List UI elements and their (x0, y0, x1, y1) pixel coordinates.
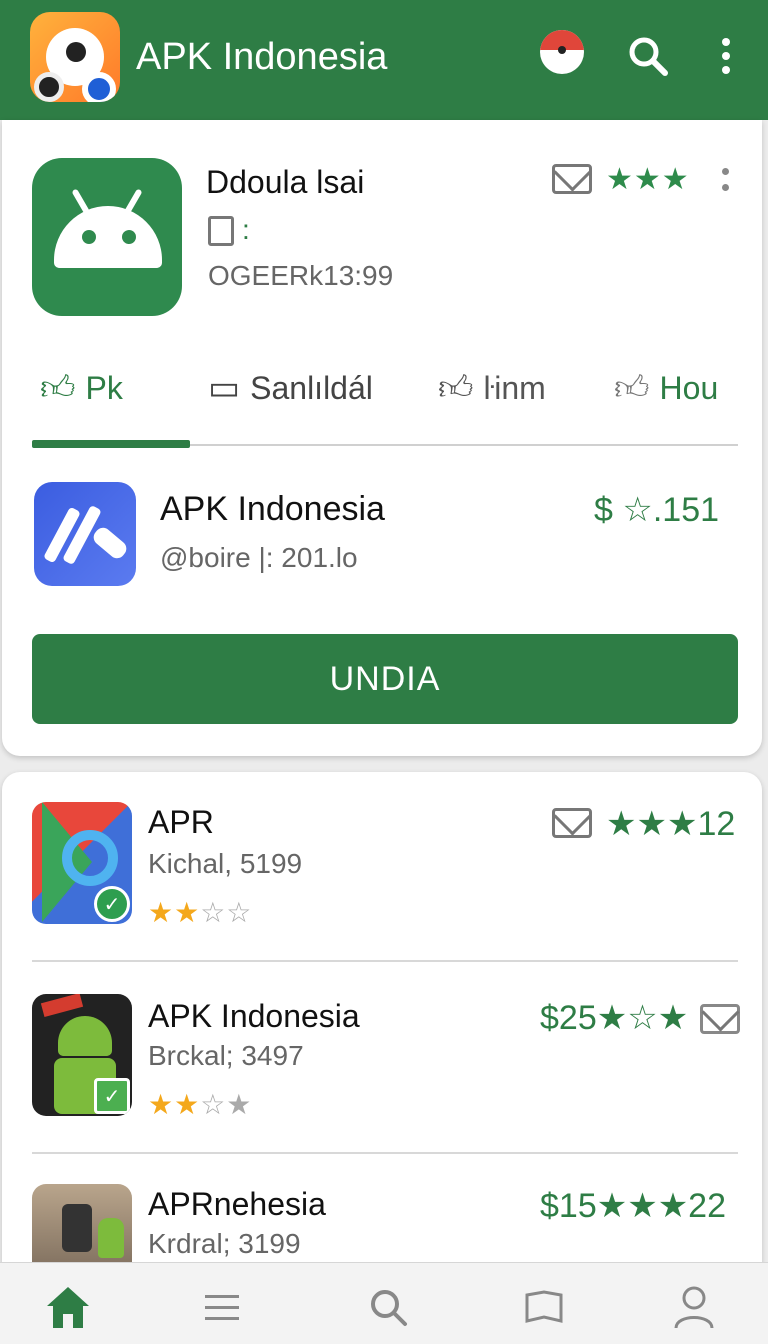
featured-card: Ddoula lsai : OGEERk13:99 ★★★ 👍︎ Pk ▭ Sa… (2, 120, 762, 756)
verified-badge-icon: ✓ (94, 886, 130, 922)
tab-pk[interactable]: 👍︎ Pk (40, 358, 123, 418)
thumbs-up-outline-icon: 👍︎ (438, 368, 474, 407)
tab-sanlildal[interactable]: ▭ Sanlıldál (208, 358, 373, 418)
home-icon[interactable] (38, 1279, 98, 1335)
chat-icon: ▭ (208, 369, 241, 407)
android-app-icon[interactable] (32, 158, 182, 316)
thumbs-up-outline-icon: 👍︎ (614, 368, 650, 407)
trash-icon (208, 216, 234, 246)
list-divider (32, 1152, 738, 1154)
mail-icon[interactable] (552, 808, 592, 838)
app-title: APK Indonesia (136, 36, 388, 78)
tab-hou[interactable]: 👍︎ Hou (614, 358, 718, 418)
rating-stars: ★★☆★ (148, 1089, 253, 1120)
search-icon[interactable] (358, 1279, 418, 1335)
thumbs-up-icon: 👍︎ (40, 368, 76, 407)
list-item-name: APRnehesia (148, 1186, 326, 1222)
list-app-icon[interactable]: ✓ (32, 802, 132, 924)
featured-sub-text: : (242, 214, 250, 245)
featured-list-app-name: APK Indonesia (160, 490, 385, 528)
bottom-nav (0, 1262, 768, 1344)
mail-icon[interactable] (552, 164, 592, 194)
primary-action-button[interactable]: UNDIA (32, 634, 738, 724)
check-badge-icon: ✓ (94, 1078, 130, 1114)
bookmark-icon[interactable] (514, 1279, 574, 1335)
app-bar: APK Indonesia (0, 0, 768, 120)
featured-app-name: Ddoula lsai (206, 164, 365, 200)
rating-stars: ★★☆☆ (148, 897, 253, 928)
profile-icon[interactable] (664, 1279, 724, 1335)
pacman-icon[interactable] (540, 30, 584, 74)
featured-more-icon[interactable] (722, 168, 730, 200)
list-item-name: APR (148, 804, 214, 840)
tab-indicator (32, 440, 190, 448)
list-item-right: $15★★★22 (540, 1187, 726, 1225)
menu-icon[interactable] (192, 1279, 252, 1335)
featured-stars: ★★★ (606, 163, 690, 196)
tab-linm[interactable]: 👍︎ ŀinm (438, 358, 546, 418)
app-logo-icon (30, 12, 120, 102)
list-item-sub: Kichal, 5199 (148, 848, 303, 879)
list-item-right: $25★☆★ (540, 999, 689, 1037)
list-item-sub: Brckal; 3497 (148, 1040, 304, 1071)
app-list-card: ✓ APR Kichal, 5199 ★★☆☆ ★★★12 ✓ APK Indo… (2, 772, 762, 1292)
mail-icon[interactable] (700, 1004, 740, 1034)
list-item-name: APK Indonesia (148, 998, 360, 1034)
more-vert-icon[interactable] (700, 30, 752, 82)
list-item-sub: Krdral; 3199 (148, 1228, 301, 1259)
list-item-right: ★★★12 (606, 805, 736, 843)
search-icon[interactable] (622, 30, 674, 82)
apk-indonesia-icon[interactable] (34, 482, 136, 586)
list-app-icon[interactable]: ✓ (32, 994, 132, 1116)
list-divider (32, 960, 738, 962)
featured-meta: OGEERk13:99 (208, 260, 394, 291)
featured-list-app-sub: @boire |: 201.lo (160, 542, 358, 573)
featured-price-rating: $ ☆.151 (594, 491, 720, 529)
